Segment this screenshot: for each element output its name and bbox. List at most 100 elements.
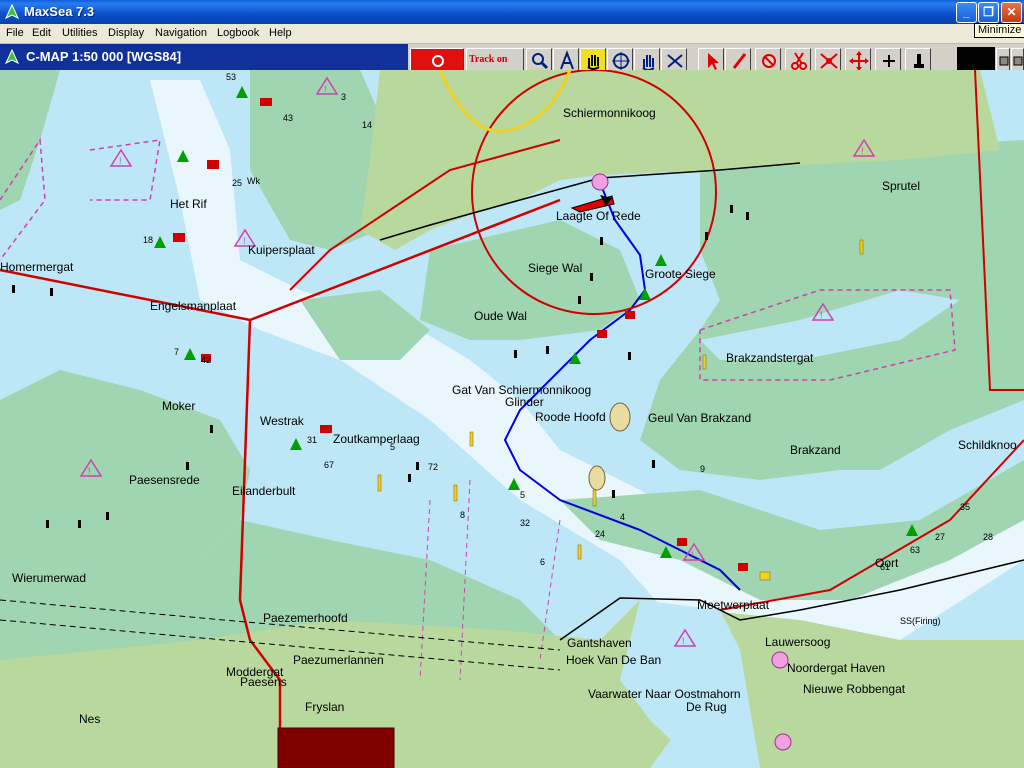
- menu-logbook[interactable]: Logbook: [217, 27, 259, 39]
- label-kuipersplaat: Kuipersplaat: [248, 243, 315, 257]
- firing-range-block: [277, 727, 395, 768]
- svg-text:!: !: [861, 146, 864, 156]
- menu-bar: File Edit Utilities Display Navigation L…: [0, 24, 1024, 44]
- compass-button[interactable]: [553, 48, 579, 72]
- label-moker: Moker: [162, 399, 196, 413]
- label-nes: Nes: [79, 712, 101, 726]
- window-title: MaxSea 7.3: [24, 4, 95, 19]
- label-zoutkamperlaag: Zoutkamperlaag: [333, 432, 420, 446]
- label-paezumerlannen: Paezumerlannen: [293, 653, 384, 667]
- crosshair-button[interactable]: [607, 48, 633, 72]
- svg-text:18: 18: [143, 235, 153, 245]
- svg-text:63: 63: [910, 545, 920, 555]
- label-het-rif: Het Rif: [170, 197, 207, 211]
- label-paezemerhoofd: Paezemerhoofd: [263, 611, 348, 625]
- menu-display[interactable]: Display: [108, 27, 144, 39]
- label-groote-siege: Groote Siege: [645, 267, 716, 281]
- stop-button[interactable]: [410, 48, 464, 72]
- svg-text:!: !: [119, 156, 122, 166]
- app-window: MaxSea 7.3 _ ❐ ✕ Minimize File Edit Util…: [0, 0, 1024, 768]
- svg-text:7: 7: [174, 347, 179, 357]
- zoom-button[interactable]: [526, 48, 552, 72]
- label-ss-firing: SS(Firing): [900, 616, 941, 626]
- label-glinder: Glinder: [505, 395, 544, 409]
- label-noordergat-haven: Noordergat Haven: [787, 661, 886, 675]
- svg-text:!: !: [243, 236, 246, 246]
- label-westrak: Westrak: [260, 414, 304, 428]
- label-brakzand: Brakzand: [790, 443, 841, 457]
- label-paesens: Paesens: [240, 675, 287, 689]
- svg-text:5: 5: [520, 490, 525, 500]
- marina-icon-1: [591, 173, 609, 191]
- maxsea-app-icon: [4, 4, 20, 20]
- svg-text:32: 32: [520, 518, 530, 528]
- svg-text:72: 72: [428, 462, 438, 472]
- plus-button[interactable]: [875, 48, 901, 72]
- hand-button[interactable]: [580, 48, 606, 72]
- svg-text:25: 25: [232, 178, 242, 188]
- tidal-flat-nw: [0, 70, 60, 210]
- menu-navigation[interactable]: Navigation: [155, 27, 207, 39]
- label-gantshaven: Gantshaven: [567, 636, 632, 650]
- label-geul-van-brakzand: Geul Van Brakzand: [648, 411, 752, 425]
- menu-edit[interactable]: Edit: [32, 27, 51, 39]
- label-homermergat: Homermergat: [0, 260, 74, 274]
- toolbar-color-swatch: [957, 47, 995, 71]
- cut-button[interactable]: [785, 48, 811, 72]
- label-vaarwater-naar-oostmahorn: Vaarwater Naar Oostmahorn: [588, 687, 741, 701]
- erase-button[interactable]: [755, 48, 781, 72]
- measure-button[interactable]: [815, 48, 841, 72]
- pan-button[interactable]: [634, 48, 660, 72]
- svg-text:6: 6: [540, 557, 545, 567]
- svg-text:14: 14: [362, 120, 372, 130]
- label-wk: Wk: [247, 176, 260, 186]
- svg-text:!: !: [682, 636, 685, 646]
- minimize-button[interactable]: _: [956, 2, 977, 23]
- maximize-button[interactable]: ❐: [978, 2, 999, 23]
- sandbank-1: [609, 402, 631, 432]
- svg-text:!: !: [820, 310, 823, 320]
- minimize-tooltip: Minimize: [974, 23, 1024, 38]
- title-bar[interactable]: MaxSea 7.3 _ ❐ ✕: [0, 0, 1024, 24]
- warning-triangle-2: !: [109, 148, 133, 167]
- label-hoek-van-de-ban: Hoek Van De Ban: [566, 653, 662, 667]
- label-sprutel: Sprutel: [882, 179, 921, 193]
- svg-text:53: 53: [226, 72, 236, 82]
- panel-button-2[interactable]: [1011, 48, 1024, 72]
- label-paesensrede: Paesensrede: [129, 473, 200, 487]
- route-button[interactable]: [661, 48, 687, 72]
- move-button[interactable]: [845, 48, 871, 72]
- label-oort: Oort: [875, 556, 899, 570]
- track-on-button[interactable]: Track on: [466, 48, 524, 72]
- menu-help[interactable]: Help: [269, 27, 292, 39]
- svg-text:27: 27: [935, 532, 945, 542]
- menu-utilities[interactable]: Utilities: [62, 27, 97, 39]
- svg-text:24: 24: [595, 529, 605, 539]
- mark-button[interactable]: [905, 48, 931, 72]
- label-laagte-of-rede: Laagte Of Rede: [556, 209, 641, 223]
- close-button[interactable]: ✕: [1001, 2, 1022, 23]
- label-meetwerplaat: Meetwerplaat: [697, 598, 770, 612]
- svg-text:42: 42: [201, 355, 211, 365]
- label-oude-wal: Oude Wal: [474, 309, 527, 323]
- cursor-button[interactable]: [698, 48, 724, 72]
- chart-header-bar: C-MAP 1:50 000 [WGS84]: [0, 44, 408, 70]
- svg-text:43: 43: [283, 113, 293, 123]
- svg-text:!: !: [691, 550, 694, 560]
- svg-text:35: 35: [960, 502, 970, 512]
- tidal-flat-east: [640, 140, 1024, 480]
- pencil-button[interactable]: [725, 48, 751, 72]
- svg-text:3: 3: [341, 92, 346, 102]
- panel-button-1[interactable]: [996, 48, 1010, 72]
- svg-text:8: 8: [460, 510, 465, 520]
- label-de-rug: De Rug: [686, 700, 727, 714]
- marina-icon-2: [771, 651, 789, 669]
- menu-file[interactable]: File: [6, 27, 24, 39]
- nautical-chart[interactable]: ! ! ! ! ! ! ! ! 53 43 3 14 25 18 42 7 31…: [0, 70, 1024, 768]
- label-roode-hoofd: Roode Hoofd: [535, 410, 606, 424]
- label-brakzandstergat: Brakzandstergat: [726, 351, 814, 365]
- label-lauwersoog: Lauwersoog: [765, 635, 831, 649]
- svg-text:67: 67: [324, 460, 334, 470]
- marina-icon-3: [774, 733, 792, 751]
- label-schildknoo: Schildknoo: [958, 438, 1017, 452]
